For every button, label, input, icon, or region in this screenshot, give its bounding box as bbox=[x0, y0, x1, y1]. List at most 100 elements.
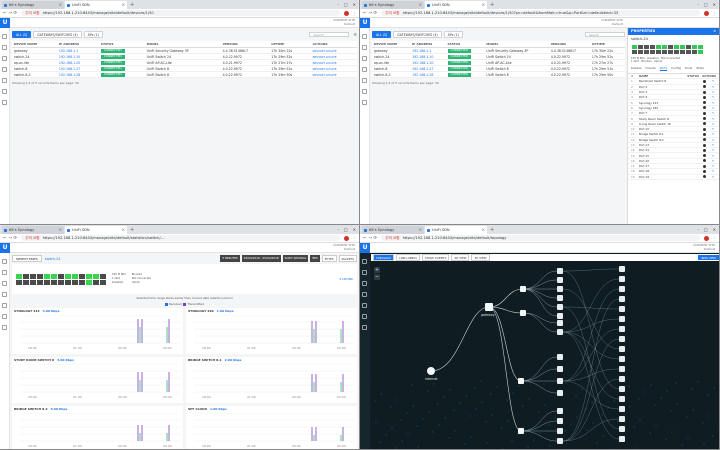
tab-synology[interactable]: Kit's Synology × bbox=[2, 1, 64, 9]
profile-avatar[interactable] bbox=[704, 235, 709, 241]
close-button[interactable]: ✕ bbox=[353, 226, 356, 234]
switch-port[interactable] bbox=[72, 273, 78, 279]
switch-port[interactable] bbox=[638, 50, 643, 54]
switch-port[interactable] bbox=[79, 279, 85, 285]
close-icon[interactable]: × bbox=[419, 226, 422, 234]
devices-icon[interactable] bbox=[2, 281, 7, 286]
tab-unifi[interactable]: UniFi SDN × bbox=[65, 226, 127, 234]
maximize-button[interactable]: □ bbox=[344, 1, 348, 9]
edit-icon[interactable]: ✎ bbox=[712, 164, 716, 168]
edit-icon[interactable]: ✎ bbox=[712, 111, 716, 115]
edit-icon[interactable]: ✎ bbox=[712, 127, 716, 131]
switch-port[interactable] bbox=[674, 50, 679, 54]
close-icon[interactable]: × bbox=[482, 226, 485, 234]
insights-icon[interactable] bbox=[2, 89, 7, 94]
filter-aps[interactable]: APs (1) bbox=[83, 31, 103, 38]
new-view-button[interactable]: NEW VIEW bbox=[698, 255, 719, 260]
switch-port[interactable] bbox=[638, 45, 643, 49]
close-icon[interactable]: × bbox=[59, 226, 62, 234]
minimize-button[interactable]: - bbox=[337, 226, 338, 234]
unit-bytes-button[interactable]: BYTES bbox=[321, 255, 337, 262]
switch-port[interactable] bbox=[686, 45, 691, 49]
site-selector[interactable]: CURRENT SITE Default bbox=[693, 243, 719, 251]
devices-icon[interactable] bbox=[362, 281, 367, 286]
stats-icon[interactable] bbox=[2, 303, 7, 308]
insights-icon[interactable] bbox=[362, 314, 367, 319]
switch-port[interactable] bbox=[692, 50, 697, 54]
menu-icon[interactable]: ⋮ bbox=[352, 11, 356, 16]
switch-port[interactable] bbox=[65, 279, 71, 285]
switch-port[interactable] bbox=[93, 279, 99, 285]
clients-icon[interactable] bbox=[2, 292, 7, 297]
switch-port[interactable] bbox=[93, 273, 99, 279]
menu-icon[interactable]: ⋮ bbox=[712, 236, 716, 241]
switch-port[interactable] bbox=[674, 45, 679, 49]
filter-aps[interactable]: APs (1) bbox=[443, 31, 463, 38]
switch-port[interactable] bbox=[698, 45, 703, 49]
switch-port[interactable] bbox=[51, 273, 57, 279]
url-field[interactable]: 주의 요함 https://192.168.1.210:8443/manage/s… bbox=[21, 10, 340, 16]
tab-ports[interactable]: Ports bbox=[659, 66, 668, 71]
switch-port[interactable] bbox=[51, 279, 57, 285]
switch-port[interactable] bbox=[686, 50, 691, 54]
maximize-button[interactable]: □ bbox=[344, 226, 348, 234]
edit-icon[interactable]: ✎ bbox=[712, 117, 716, 121]
map-icon[interactable] bbox=[362, 45, 367, 50]
link-labels-button[interactable]: LINK LABELS bbox=[396, 254, 420, 261]
search-input[interactable]: Search bbox=[309, 32, 350, 37]
switch-port[interactable] bbox=[44, 279, 50, 285]
stats-icon[interactable] bbox=[362, 303, 367, 308]
filter-gateways-switches[interactable]: GATEWAYS/SWITCHES (4) bbox=[33, 31, 82, 38]
switch-port[interactable] bbox=[100, 279, 106, 285]
url-field[interactable]: 주의 요함 https://192.168.1.210:8443/manage/s… bbox=[381, 235, 700, 241]
edit-icon[interactable]: ✎ bbox=[712, 106, 716, 110]
site-selector[interactable]: CURRENT SITE Default bbox=[601, 18, 627, 26]
switch-port[interactable] bbox=[680, 45, 685, 49]
tab-details[interactable]: Details bbox=[631, 66, 641, 71]
switch-port[interactable] bbox=[650, 45, 655, 49]
row-actions[interactable]: RESTART LOCATE bbox=[310, 71, 357, 78]
switch-port[interactable] bbox=[650, 50, 655, 54]
tab-synology[interactable]: Kit's Synology × bbox=[2, 226, 64, 234]
close-icon[interactable]: × bbox=[482, 1, 485, 9]
date-range-button[interactable]: 03/04/2018 - 05/04/2018 bbox=[241, 255, 281, 262]
zoom-out-button[interactable]: − bbox=[374, 274, 380, 280]
gear-icon[interactable]: ⚙ bbox=[353, 32, 357, 37]
unit-bps-button[interactable]: BPS bbox=[310, 255, 320, 262]
tab-unifi[interactable]: UniFi SDN × bbox=[425, 226, 487, 234]
switch-port[interactable] bbox=[692, 45, 697, 49]
edit-icon[interactable]: ✎ bbox=[712, 175, 716, 179]
new-tab-button[interactable]: + bbox=[490, 1, 494, 9]
port-row[interactable]: 19 Port 19 ✎ bbox=[628, 175, 719, 180]
switch-port[interactable] bbox=[58, 279, 64, 285]
switch-stats-select[interactable]: SWITCH STATS bbox=[12, 255, 42, 262]
devices-icon[interactable] bbox=[2, 56, 7, 61]
dashboard-icon[interactable] bbox=[362, 259, 367, 264]
switch-port[interactable] bbox=[30, 279, 36, 285]
switch-port[interactable] bbox=[668, 45, 673, 49]
switch-port[interactable] bbox=[662, 50, 667, 54]
view-3d-button[interactable]: 3D VIEW bbox=[471, 254, 490, 261]
switch-port[interactable] bbox=[632, 50, 637, 54]
insights-icon[interactable] bbox=[2, 314, 7, 319]
sort-button[interactable]: SORT: NATURAL bbox=[282, 255, 309, 262]
tab-synology[interactable]: Kit's Synology × bbox=[362, 226, 424, 234]
tab-config[interactable]: Config bbox=[671, 66, 681, 71]
devices-icon[interactable] bbox=[362, 56, 367, 61]
edit-icon[interactable]: ✎ bbox=[712, 79, 716, 83]
edit-icon[interactable]: ✎ bbox=[712, 169, 716, 173]
view-2d-button[interactable]: 2D VIEW bbox=[451, 254, 470, 261]
unit-packets-button[interactable]: PACKETS bbox=[338, 255, 357, 262]
tab-unifi[interactable]: UniFi SDN × bbox=[425, 1, 487, 9]
menu-icon[interactable]: ⋮ bbox=[352, 236, 356, 241]
stats-icon[interactable] bbox=[2, 78, 7, 83]
switch-port[interactable] bbox=[37, 273, 43, 279]
switch-port[interactable] bbox=[644, 45, 649, 49]
switch-port[interactable] bbox=[44, 273, 50, 279]
site-selector[interactable]: CURRENT SITE Default bbox=[333, 18, 359, 26]
edit-icon[interactable]: ✎ bbox=[712, 143, 716, 147]
switch-port[interactable] bbox=[79, 273, 85, 279]
edit-icon[interactable]: ✎ bbox=[712, 90, 716, 94]
dashboard-icon[interactable] bbox=[2, 259, 7, 264]
edit-icon[interactable]: ✎ bbox=[712, 122, 716, 126]
